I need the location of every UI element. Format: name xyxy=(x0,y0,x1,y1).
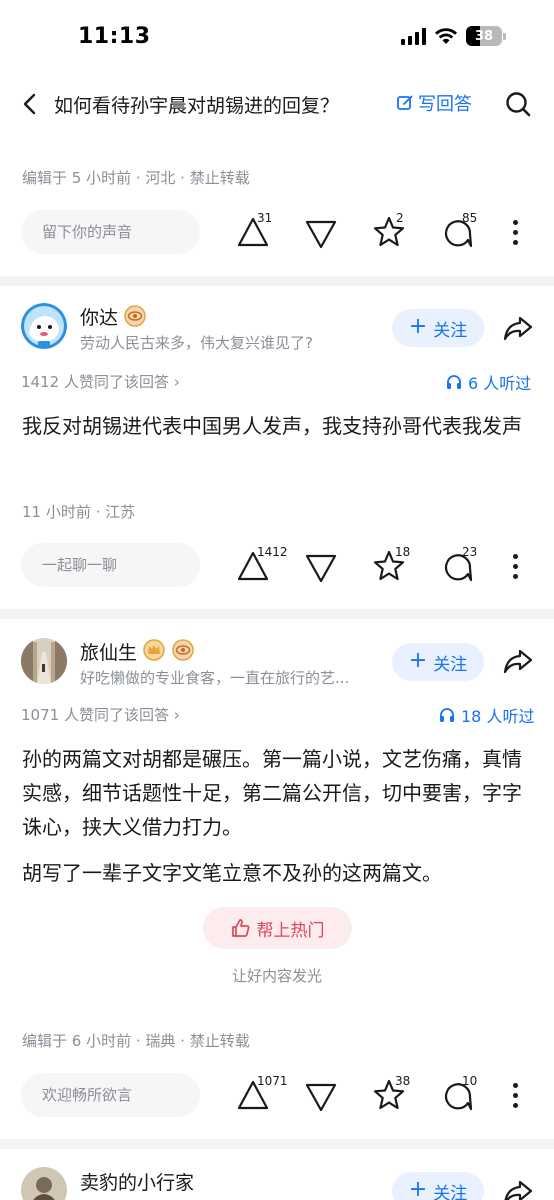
follow-button[interactable]: + 关注 xyxy=(392,309,484,347)
favorite-count: 38 xyxy=(395,1074,411,1088)
answer-content[interactable]: 我反对胡锡进代表中国男人发声，我支持孙哥代表我发声 xyxy=(22,409,536,443)
comment-input[interactable]: 欢迎畅所欲言 xyxy=(21,1073,200,1117)
answer-content[interactable]: 孙的两篇文对胡都是碾压。第一篇小说，文艺伤痛，真情实感，细节话题性十足，第二篇公… xyxy=(22,742,536,890)
plus-icon: + xyxy=(408,1177,428,1200)
answer-meta: 11 小时前 · 江苏 xyxy=(22,503,136,521)
more-button[interactable] xyxy=(503,215,527,249)
answer-meta: 编辑于 5 小时前 · 河北 · 禁止转载 xyxy=(22,169,250,187)
listen-button[interactable]: 6 人听过 xyxy=(446,370,531,394)
status-time: 11:13 xyxy=(78,24,151,49)
follow-button[interactable]: + 关注 xyxy=(392,643,484,681)
downvote-button[interactable] xyxy=(304,1080,338,1114)
search-icon xyxy=(506,92,531,117)
answer-meta: 编辑于 6 小时前 · 瑞典 · 禁止转载 xyxy=(22,1032,250,1050)
status-bar: 11:13 38 xyxy=(0,0,554,74)
avatar[interactable] xyxy=(21,303,67,349)
avatar[interactable] xyxy=(21,638,67,684)
comment-count: 85 xyxy=(462,211,478,225)
downvote-icon xyxy=(305,220,337,249)
plus-icon: + xyxy=(408,648,428,673)
follow-label: 关注 xyxy=(433,1183,468,1200)
author-name[interactable]: 卖豹的小行家 xyxy=(80,1168,194,1195)
boost-hot-caption: 让好内容发光 xyxy=(231,967,322,985)
battery-level: 38 xyxy=(474,28,494,44)
follow-label: 关注 xyxy=(433,654,468,675)
headphones-icon xyxy=(440,708,454,722)
comment-count: 23 xyxy=(462,545,478,559)
boost-hot-label: 帮上热门 xyxy=(256,920,325,941)
nav-bar: 如何看待孙宇晨对胡锡进的回复？ 写回答 xyxy=(0,74,554,134)
wifi-icon xyxy=(435,28,457,44)
thumbs-up-icon xyxy=(231,919,249,937)
comment-input[interactable]: 一起聊一聊 xyxy=(21,543,200,587)
more-button[interactable] xyxy=(503,1078,527,1112)
more-button[interactable] xyxy=(503,549,527,583)
downvote-icon xyxy=(305,554,337,583)
avatar[interactable] xyxy=(21,1167,67,1200)
listen-count: 18 人听过 xyxy=(461,707,535,726)
section-divider xyxy=(0,609,554,619)
listen-count: 6 人听过 xyxy=(468,374,532,393)
back-button[interactable] xyxy=(16,90,44,118)
downvote-button[interactable] xyxy=(304,551,338,585)
search-button[interactable] xyxy=(504,90,532,118)
upvote-count: 1412 xyxy=(257,545,288,559)
eye-badge-icon xyxy=(172,639,194,661)
author-name[interactable]: 你达 xyxy=(80,303,118,330)
upvote-count: 1071 xyxy=(257,1074,288,1088)
answer-paragraph: 孙的两篇文对胡都是碾压。第一篇小说，文艺伤痛，真情实感，细节话题性十足，第二篇公… xyxy=(22,747,522,839)
favorite-count: 2 xyxy=(396,211,404,225)
downvote-icon xyxy=(305,1083,337,1112)
comment-count: 10 xyxy=(462,1074,478,1088)
author-bio: 好吃懒做的专业食客，一直在旅行的艺... xyxy=(80,669,350,687)
battery-icon: 38 xyxy=(466,26,502,46)
section-divider xyxy=(0,276,554,286)
vote-summary[interactable]: 1071 人赞同了该回答 › xyxy=(21,704,180,725)
edit-icon xyxy=(397,95,413,110)
question-title[interactable]: 如何看待孙宇晨对胡锡进的回复？ xyxy=(54,91,339,118)
upvote-count: 31 xyxy=(257,211,273,225)
follow-button[interactable]: + 关注 xyxy=(392,1172,484,1200)
boost-hot-button[interactable]: 帮上热门 xyxy=(203,907,352,949)
comment-input[interactable]: 留下你的声音 xyxy=(21,210,200,254)
listen-button[interactable]: 18 人听过 xyxy=(439,703,534,727)
answer-paragraph: 胡写了一辈子文字文笔立意不及孙的这两篇文。 xyxy=(22,861,442,885)
write-answer-label: 写回答 xyxy=(418,94,472,115)
write-answer-button[interactable]: 写回答 xyxy=(396,90,472,116)
back-icon xyxy=(23,93,36,115)
status-icons: 38 xyxy=(401,26,506,46)
crown-icon xyxy=(143,639,165,661)
headphones-icon xyxy=(447,375,461,389)
author-name[interactable]: 旅仙生 xyxy=(80,638,137,665)
cellular-signal-icon xyxy=(401,27,426,45)
share-button[interactable] xyxy=(502,1176,534,1200)
plus-icon: + xyxy=(408,314,428,339)
follow-label: 关注 xyxy=(433,320,468,341)
vote-summary[interactable]: 1412 人赞同了该回答 › xyxy=(21,371,180,392)
section-divider xyxy=(0,1139,554,1149)
share-icon xyxy=(504,1180,533,1200)
downvote-button[interactable] xyxy=(304,217,338,251)
author-bio: 劳动人民古来多，伟大复兴谁见了? xyxy=(80,334,313,352)
share-icon xyxy=(503,649,533,674)
answer-paragraph: 我反对胡锡进代表中国男人发声，我支持孙哥代表我发声 xyxy=(22,414,522,438)
eye-badge-icon xyxy=(124,305,146,327)
share-icon xyxy=(503,316,533,341)
share-button[interactable] xyxy=(502,645,534,677)
favorite-count: 18 xyxy=(395,545,411,559)
share-button[interactable] xyxy=(502,312,534,344)
